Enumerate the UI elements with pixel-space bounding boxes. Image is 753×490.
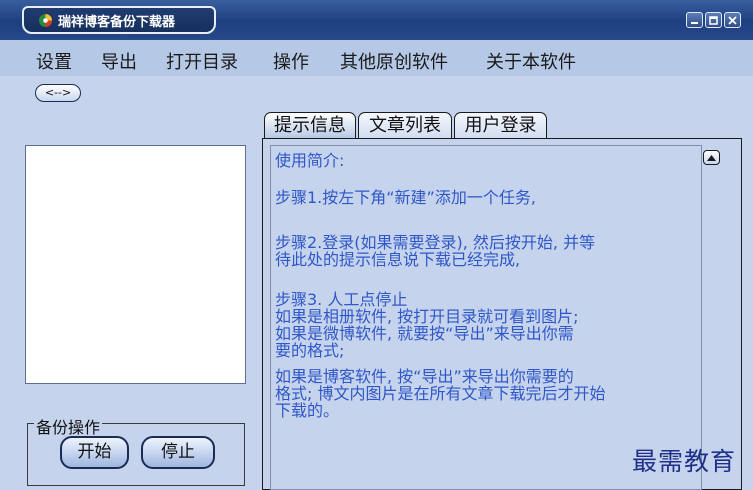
stop-button[interactable]: 停止 [141,436,215,469]
menu-about[interactable]: 关于本软件 [486,48,576,74]
close-button[interactable] [724,12,741,28]
info-line: 步骤3. 人工点停止 [275,290,408,309]
menu-other-software[interactable]: 其他原创软件 [340,48,448,74]
tab-article-list[interactable]: 文章列表 [358,112,452,138]
task-list[interactable] [25,145,246,384]
info-line: 步骤1.按左下角“新建”添加一个任务, [275,188,536,207]
backup-group-label: 备份操作 [34,414,103,438]
menu-settings[interactable]: 设置 [36,48,72,74]
info-line: 格式; 博文内图片是在所有文章下载完后才开始 [275,384,606,403]
info-line: 如果是博客软件, 按“导出”来导出你需要的 [275,367,574,386]
maximize-button[interactable] [705,12,722,28]
window-title: 瑞祥博客备份下载器 [58,15,176,30]
start-button[interactable]: 开始 [60,436,129,469]
menu-operations[interactable]: 操作 [273,48,309,74]
toggle-panel-button[interactable]: <--> [35,84,81,102]
app-logo-icon [39,14,52,27]
info-line: 要的格式; [275,341,345,360]
tab-tips[interactable]: 提示信息 [264,112,356,138]
title-tab: 瑞祥博客备份下载器 [22,6,216,34]
maximize-icon [709,15,718,25]
app-window: 瑞祥博客备份下载器 设置 导出 打开目录 操作 其他原创软件 关于本软件 <--… [0,0,753,490]
chevron-up-icon [707,154,716,161]
menu-bar: 设置 导出 打开目录 操作 其他原创软件 关于本软件 [0,40,753,76]
info-line: 下载的。 [275,401,340,420]
menu-open-directory[interactable]: 打开目录 [166,48,238,74]
tab-user-login[interactable]: 用户登录 [454,112,547,138]
info-line: 如果是相册软件, 按打开目录就可看到图片; [275,307,579,326]
minimize-icon [691,21,698,24]
watermark: 最需教育 [632,447,737,476]
menu-export[interactable]: 导出 [101,48,137,74]
title-bar[interactable]: 瑞祥博客备份下载器 [0,0,753,40]
scroll-up-button[interactable] [703,150,720,165]
info-line: 待此处的提示信息说下载已经完成, [275,250,521,269]
window-controls [686,12,741,29]
info-line: 步骤2.登录(如果需要登录), 然后按开始, 并等 [275,233,596,252]
info-line: 使用简介: [275,151,345,170]
close-icon [728,15,737,25]
info-textbox[interactable]: 使用简介: 步骤1.按左下角“新建”添加一个任务, 步骤2.登录(如果需要登录)… [270,145,702,490]
info-line: 如果是微博软件, 就要按“导出”来导出你需 [275,324,574,343]
minimize-button[interactable] [686,12,703,28]
